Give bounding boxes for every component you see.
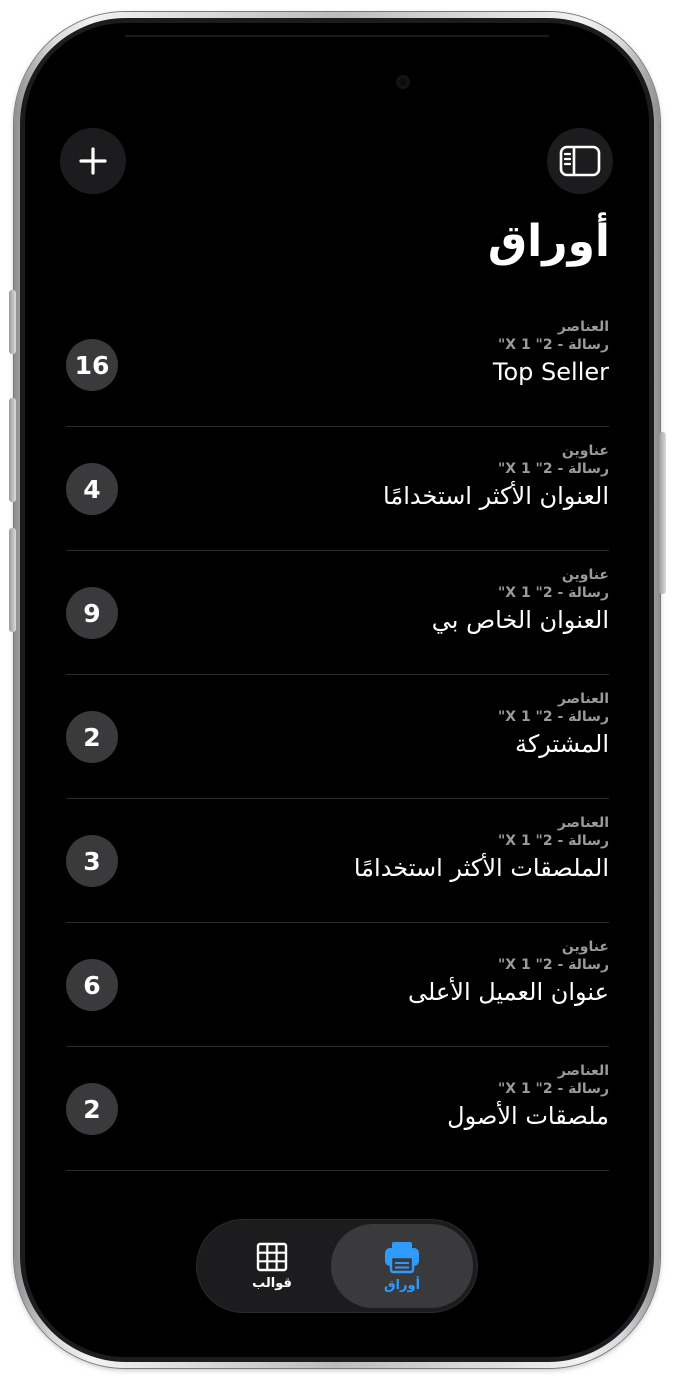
count-badge: 3 xyxy=(66,835,118,887)
sheet-category: العناصر xyxy=(557,691,609,707)
sheet-name: الملصقات الأكثر استخدامًا xyxy=(353,854,609,882)
sheet-name: العنوان الأكثر استخدامًا xyxy=(383,482,609,510)
tab-sheets[interactable]: أوراق xyxy=(331,1224,473,1308)
sheet-text: عناوين رسالة - 2" 1 X" العنوان الخاص بي xyxy=(432,566,609,636)
sheet-size: رسالة - 2" 1 X" xyxy=(497,461,609,477)
printer-icon xyxy=(385,1241,419,1273)
sheet-text: العناصر رسالة - 2" 1 X" Top Seller xyxy=(493,318,609,388)
tab-templates[interactable]: قوالب xyxy=(201,1224,343,1308)
sheet-size: رسالة - 2" 1 X" xyxy=(497,337,609,353)
volume-down-button xyxy=(9,528,16,632)
sheet-text: العناصر رسالة - 2" 1 X" المشتركة xyxy=(498,690,609,760)
sheet-size: رسالة - 2" 1 X" xyxy=(497,957,609,973)
count-badge: 4 xyxy=(66,463,118,515)
sheet-text: عناوين رسالة - 2" 1 X" العنوان الأكثر اس… xyxy=(383,442,609,512)
tab-bar: قوالب أوراق xyxy=(197,1220,477,1312)
tab-label: أوراق xyxy=(383,1277,421,1293)
front-camera xyxy=(396,75,410,89)
count-badge: 2 xyxy=(66,1083,118,1135)
sheet-row[interactable]: عناوين رسالة - 2" 1 X" العنوان الخاص بي … xyxy=(66,551,609,675)
grid-icon xyxy=(256,1242,288,1271)
sheet-row[interactable]: عناوين رسالة - 2" 1 X" عنوان العميل الأع… xyxy=(66,923,609,1047)
sheet-category: عناوين xyxy=(561,567,609,583)
sheet-row[interactable]: العناصر رسالة - 2" 1 X" Top Seller 16 xyxy=(66,303,609,427)
sheet-category: العناصر xyxy=(557,319,609,335)
sheet-text: عناوين رسالة - 2" 1 X" عنوان العميل الأع… xyxy=(408,938,609,1008)
action-button xyxy=(9,290,16,354)
sheet-row[interactable]: العناصر رسالة - 2" 1 X" الملصقات الأكثر … xyxy=(66,799,609,923)
count-badge: 2 xyxy=(66,711,118,763)
sheet-category: العناصر xyxy=(557,1063,609,1079)
sheet-size: رسالة - 2" 1 X" xyxy=(497,1081,609,1097)
page-title: أوراق xyxy=(487,216,610,267)
count-badge: 16 xyxy=(66,339,118,391)
sheet-size: رسالة - 2" 1 X" xyxy=(497,833,609,849)
sidebar-icon xyxy=(559,145,601,177)
sheet-text: العناصر رسالة - 2" 1 X" ملصقات الأصول xyxy=(447,1062,609,1132)
top-edge xyxy=(125,35,549,37)
sheet-row[interactable]: العناصر رسالة - 2" 1 X" ملصقات الأصول 2 xyxy=(66,1047,609,1171)
count-badge: 6 xyxy=(66,959,118,1011)
screen: أوراق العناصر رسالة - 2" 1 X" Top Seller… xyxy=(25,23,649,1357)
sheet-size: رسالة - 2" 1 X" xyxy=(497,709,609,725)
add-button[interactable] xyxy=(60,128,126,194)
sheet-category: عناوين xyxy=(561,939,609,955)
plus-icon xyxy=(79,147,107,175)
sheet-text: العناصر رسالة - 2" 1 X" الملصقات الأكثر … xyxy=(354,814,609,884)
sheet-category: عناوين xyxy=(561,443,609,459)
sheet-name: المشتركة xyxy=(514,730,609,758)
count-badge: 9 xyxy=(66,587,118,639)
sidebar-toggle-button[interactable] xyxy=(547,128,613,194)
tab-label: قوالب xyxy=(252,1275,292,1291)
sheet-list: العناصر رسالة - 2" 1 X" Top Seller 16 عن… xyxy=(66,303,609,1171)
sheet-size: رسالة - 2" 1 X" xyxy=(497,585,609,601)
sheet-category: العناصر xyxy=(557,815,609,831)
sheet-name: العنوان الخاص بي xyxy=(431,606,609,634)
sheet-name: ملصقات الأصول xyxy=(447,1102,609,1130)
sheet-row[interactable]: عناوين رسالة - 2" 1 X" العنوان الأكثر اس… xyxy=(66,427,609,551)
sheet-name: Top Seller xyxy=(492,358,609,386)
sheet-name: عنوان العميل الأعلى xyxy=(408,978,609,1006)
power-button xyxy=(659,432,666,594)
sheet-row[interactable]: العناصر رسالة - 2" 1 X" المشتركة 2 xyxy=(66,675,609,799)
volume-up-button xyxy=(9,398,16,502)
